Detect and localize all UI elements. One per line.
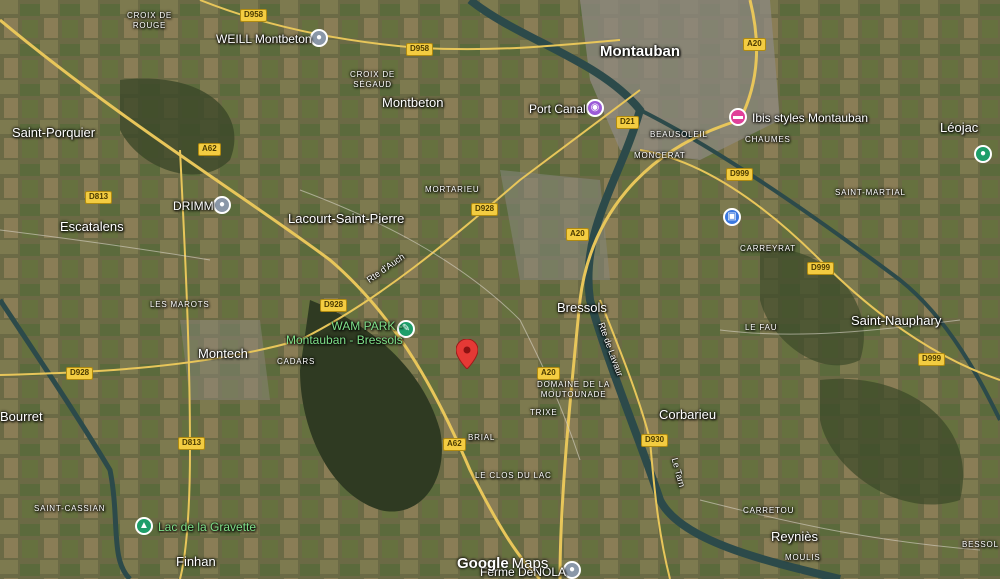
locality-label: SAINT-CASSIAN	[34, 504, 106, 513]
map-pin-icon[interactable]: ●	[213, 196, 231, 214]
map-terrain	[0, 0, 1000, 579]
place-label: Reyniès	[771, 529, 818, 544]
place-label: Corbarieu	[659, 407, 717, 422]
locality-label: BRIAL	[468, 433, 496, 442]
locality-label: DOMAINE DE LA MOUTOUNADE	[537, 380, 611, 399]
poi-label[interactable]: Ibis styles Montauban	[752, 112, 868, 124]
road-shield: D999	[807, 262, 835, 275]
briefcase-icon[interactable]: ▣	[723, 208, 741, 226]
locality-label: MORTARIEU	[425, 185, 480, 194]
locality-label: LE CLOS DU LAC	[475, 471, 552, 480]
bed-icon[interactable]: ▬	[729, 108, 747, 126]
locality-label: LE FAU	[745, 323, 778, 332]
poi-label[interactable]: Port Canal	[529, 103, 586, 115]
poi-label[interactable]: Lac de la Gravette	[158, 521, 256, 533]
place-label: Finhan	[176, 554, 216, 569]
road-shield: A20	[566, 228, 589, 241]
locality-label: CHAUMES	[745, 135, 791, 144]
camera-icon[interactable]: ◉	[586, 99, 604, 117]
locality-label: SAINT-MARTIAL	[835, 188, 906, 197]
road-shield: D928	[66, 367, 94, 380]
road-shield: D928	[471, 203, 499, 216]
poi-label[interactable]: DRIMM	[173, 200, 214, 212]
road-shield: A20	[537, 367, 560, 380]
place-label: Bourret	[0, 409, 43, 424]
place-label: Léojac	[940, 120, 979, 135]
locality-label: CARREYRAT	[740, 244, 796, 253]
google-wordmark: Google	[457, 555, 509, 572]
road-shield: A62	[198, 143, 221, 156]
maps-wordmark: Maps	[511, 555, 549, 572]
road-shield: D958	[406, 43, 434, 56]
road-shield: D999	[918, 353, 946, 366]
place-label: Saint-Porquier	[12, 125, 96, 140]
place-label: Escatalens	[60, 219, 124, 234]
locality-label: BEAUSOLEIL	[650, 130, 708, 139]
place-label: Montauban	[600, 43, 680, 60]
selected-location-pin-icon[interactable]	[456, 339, 478, 369]
tree-icon[interactable]: ▲	[135, 517, 153, 535]
place-label: Lacourt-Saint-Pierre	[288, 211, 405, 226]
road-shield: D999	[726, 168, 754, 181]
place-label: Saint-Nauphary	[851, 313, 942, 328]
road-shield: A20	[743, 38, 766, 51]
locality-label: CROIX DE SÉGAUD	[350, 70, 396, 89]
poi-label[interactable]: WEILL Montbeton	[216, 33, 312, 45]
satellite-map[interactable]: Montauban Montbeton Saint-Porquier Escat…	[0, 0, 1000, 579]
road-shield: D813	[178, 437, 206, 450]
road-shield: D21	[616, 116, 639, 129]
locality-label: CARRETOU	[743, 506, 795, 515]
locality-label: LES MAROTS	[150, 300, 210, 309]
google-maps-logo: Google Maps	[457, 555, 548, 572]
place-label: Montbeton	[382, 95, 444, 110]
locality-label: CADARS	[277, 357, 316, 366]
locality-label: MOULIS	[785, 553, 821, 562]
road-shield: D930	[641, 434, 669, 447]
map-pin-icon[interactable]: ●	[310, 29, 328, 47]
poi-label[interactable]: WAM PARK - Montauban - Bressols	[286, 319, 403, 348]
locality-label: TRIXE	[530, 408, 558, 417]
map-pin-icon[interactable]: ●	[974, 145, 992, 163]
place-label: Bressols	[557, 300, 607, 315]
road-shield: D958	[240, 9, 268, 22]
road-shield: A62	[443, 438, 466, 451]
locality-label: BESSOL	[962, 540, 999, 549]
locality-label: CROIX DE ROUGE	[127, 11, 173, 30]
road-shield: D813	[85, 191, 113, 204]
place-label: Montech	[198, 346, 248, 361]
locality-label: MONCERAT	[634, 151, 686, 160]
road-shield: D928	[320, 299, 348, 312]
